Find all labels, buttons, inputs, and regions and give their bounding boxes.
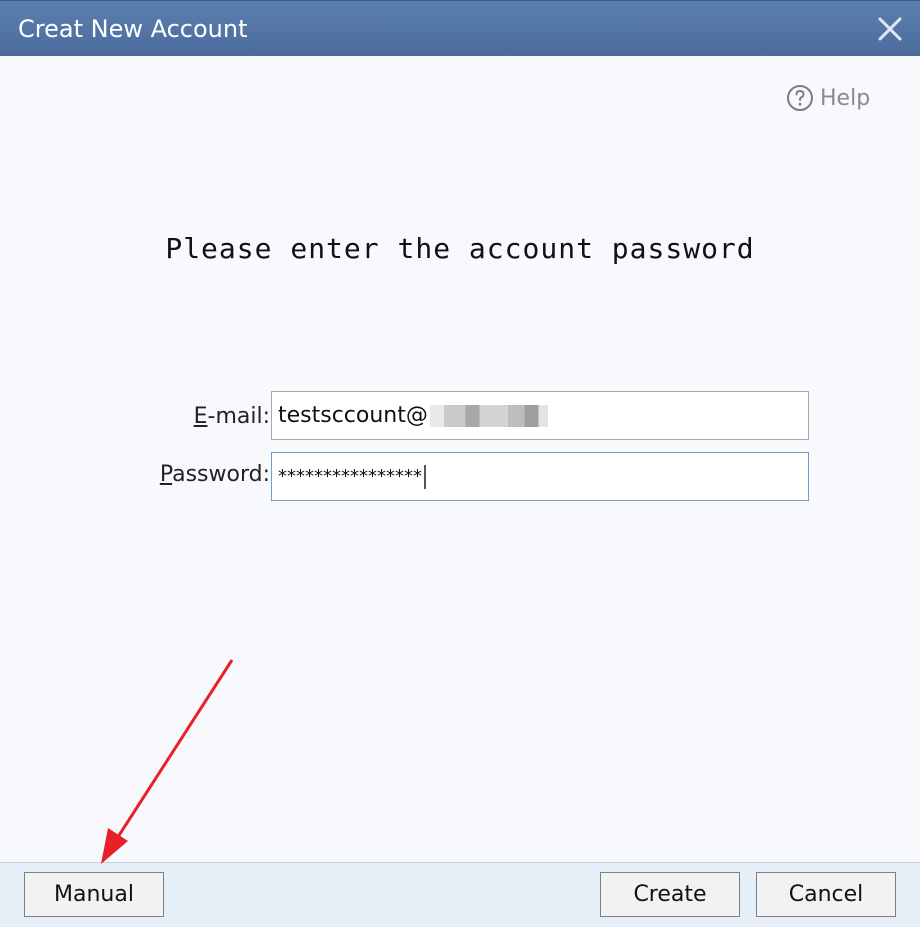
password-value: **************** <box>278 466 422 487</box>
email-value: testsccount@ <box>278 403 428 428</box>
create-button[interactable]: Create <box>600 872 740 917</box>
password-label-text: assword: <box>172 462 270 487</box>
create-account-dialog: Creat New Account Help Please enter the … <box>0 0 920 927</box>
help-link[interactable]: Help <box>786 83 870 113</box>
email-label-mnemonic: E <box>193 404 208 429</box>
close-button[interactable] <box>874 13 906 45</box>
redacted-email-domain <box>429 404 548 427</box>
password-label: Password: <box>140 462 270 487</box>
close-icon <box>878 17 902 41</box>
window-title: Creat New Account <box>18 15 248 43</box>
email-field[interactable]: testsccount@ <box>271 391 809 440</box>
email-label-text: -mail: <box>207 404 271 429</box>
cancel-button[interactable]: Cancel <box>756 872 896 917</box>
page-heading: Please enter the account password <box>165 232 755 265</box>
password-field[interactable]: **************** <box>271 452 809 501</box>
help-label: Help <box>820 85 871 111</box>
question-circle-icon <box>787 85 813 111</box>
text-caret <box>424 464 426 489</box>
manual-button[interactable]: Manual <box>24 872 164 917</box>
password-label-mnemonic: P <box>159 462 173 487</box>
email-label: E-mail: <box>150 404 270 429</box>
title-bar: Creat New Account <box>0 0 920 56</box>
